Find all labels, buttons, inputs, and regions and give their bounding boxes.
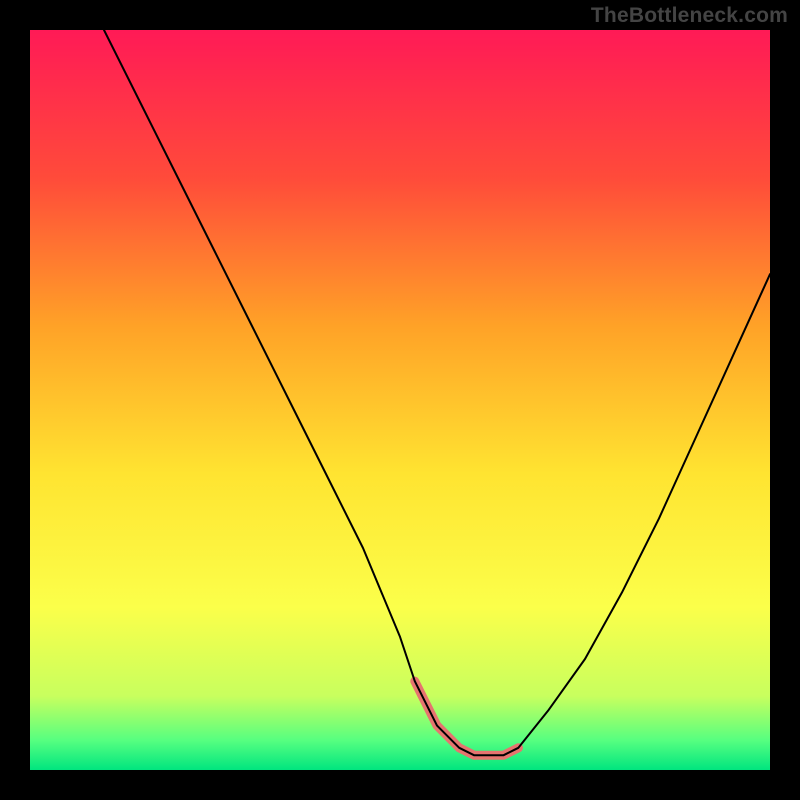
chart-frame: TheBottleneck.com (0, 0, 800, 800)
gradient-background (30, 30, 770, 770)
watermark-label: TheBottleneck.com (591, 4, 788, 28)
chart-svg (30, 30, 770, 770)
plot-area (30, 30, 770, 770)
